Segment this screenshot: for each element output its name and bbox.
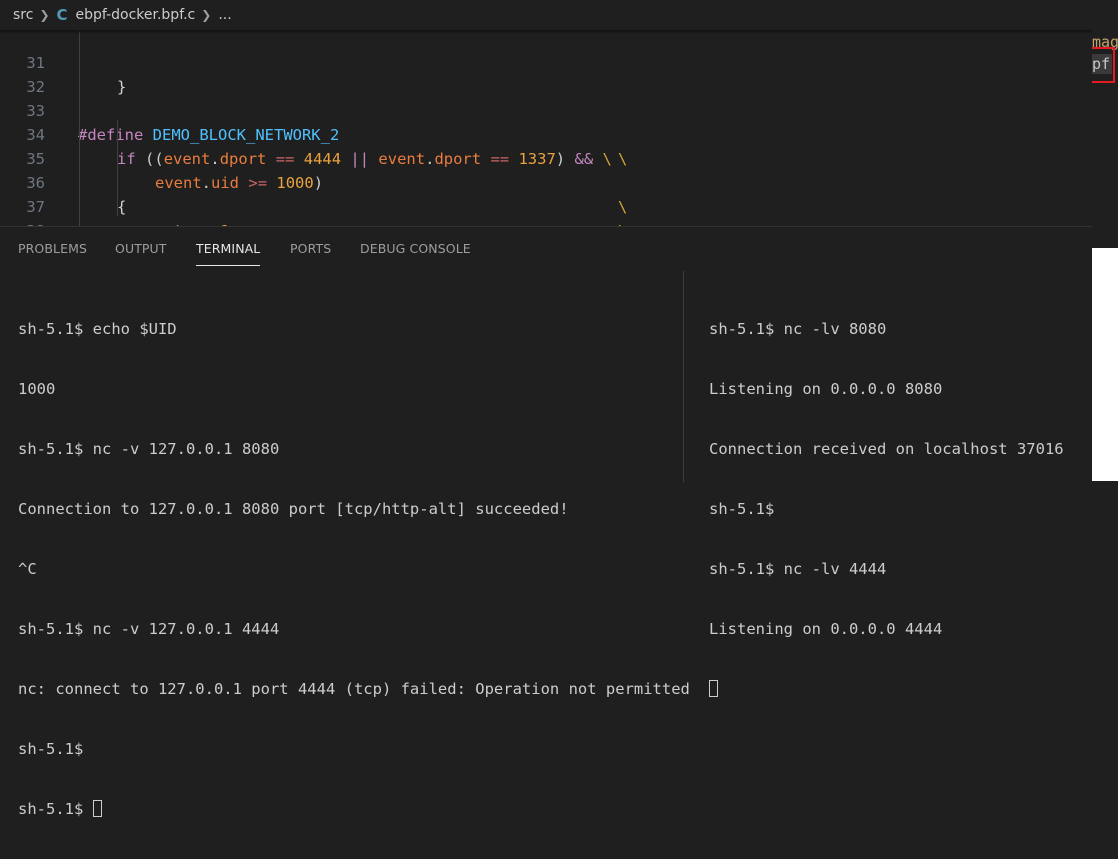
terminal-line: Listening on 0.0.0.0 4444 [709, 620, 943, 638]
terminal-line: ^C [18, 560, 37, 578]
code-line: 37 ret = -1; \ [0, 171, 1092, 226]
code-line: 34 if ((event.dport == 4444 || event.dpo… [0, 99, 1092, 168]
tab-debug-console[interactable]: DEBUG CONSOLE [360, 241, 471, 256]
code-line: 33 #define DEMO_BLOCK_NETWORK_2 \ [0, 75, 1092, 168]
chevron-right-icon: ❯ [201, 8, 212, 22]
terminal-line: nc: connect to 127.0.0.1 port 4444 (tcp)… [18, 680, 690, 698]
terminal-line: sh-5.1$ [709, 500, 775, 518]
terminal-line: Connection to 127.0.0.1 8080 port [tcp/h… [18, 500, 569, 518]
breadcrumb-more[interactable]: ... [218, 7, 231, 23]
tab-output[interactable]: OUTPUT [115, 241, 167, 256]
breadcrumb-folder[interactable]: src [13, 7, 33, 23]
tab-terminal[interactable]: TERMINAL [196, 241, 261, 266]
terminal-line: sh-5.1$ echo $UID [18, 320, 177, 338]
terminal-cursor [709, 680, 718, 697]
terminal-cursor [92, 800, 102, 817]
code-token: \ [618, 219, 627, 226]
line-number: 38 [0, 219, 45, 226]
code-line: 38 } [0, 195, 1092, 226]
terminal-line: sh-5.1$ nc -v 127.0.0.1 8080 [18, 440, 280, 458]
terminal-prompt-line [709, 679, 1064, 699]
terminal-split-divider[interactable] [683, 271, 684, 482]
code-line: 32 [0, 51, 1092, 96]
breadcrumb: src ❯ C ebpf-docker.bpf.c ❯ ... [0, 0, 1092, 30]
terminal-line: 1000 [18, 380, 56, 398]
chevron-right-icon: ❯ [39, 8, 50, 22]
code-line: 35 event.uid >= 1000) \ [0, 123, 1092, 216]
tab-problems[interactable]: PROBLEMS [18, 241, 87, 256]
bottom-panel: PROBLEMS OUTPUT TERMINAL PORTS DEBUG CON… [0, 226, 1092, 818]
code-line: 31 } [0, 30, 1092, 96]
terminal-line: sh-5.1$ nc -lv 4444 [709, 560, 887, 578]
breadcrumb-file[interactable]: ebpf-docker.bpf.c [76, 7, 196, 23]
indent-guide [79, 30, 80, 226]
tab-ports[interactable]: PORTS [290, 241, 331, 256]
minimap[interactable]: mag pf [1092, 0, 1118, 248]
panel-margin [1092, 248, 1118, 481]
code-line: 36 { \ [0, 147, 1092, 226]
panel-tabs: PROBLEMS OUTPUT TERMINAL PORTS DEBUG CON… [0, 227, 1092, 267]
highlight-box [1092, 47, 1115, 83]
terminal-prompt: sh-5.1$ [18, 800, 93, 818]
code-editor[interactable]: 31 } 32 33 #define DEMO_BLOCK_NETWORK_2 … [0, 30, 1092, 226]
terminal-line: Listening on 0.0.0.0 8080 [709, 380, 943, 398]
terminal-line: Connection received on localhost 37016 [709, 440, 1064, 458]
terminal-right[interactable]: sh-5.1$ nc -lv 8080 Listening on 0.0.0.0… [709, 279, 1064, 739]
c-file-icon: C [56, 6, 68, 24]
indent-guide [117, 120, 118, 216]
terminal-left[interactable]: sh-5.1$ echo $UID 1000 sh-5.1$ nc -v 127… [18, 279, 690, 859]
terminal-line: sh-5.1$ nc -lv 8080 [709, 320, 887, 338]
terminal-line: sh-5.1$ [18, 740, 84, 758]
terminal-prompt-line: sh-5.1$ [18, 799, 690, 819]
terminal-line: sh-5.1$ nc -v 127.0.0.1 4444 [18, 620, 280, 638]
